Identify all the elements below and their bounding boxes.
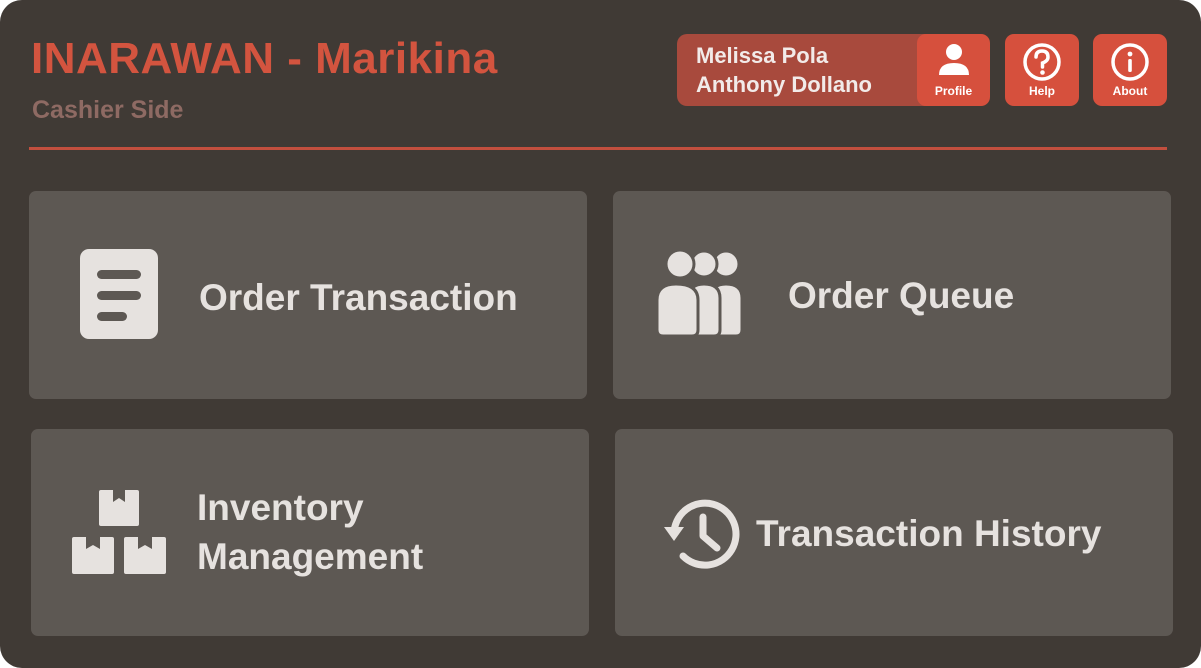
user-names: Melissa Pola Anthony Dollano [696,41,872,99]
transaction-history-label: Transaction History [756,513,1102,554]
people-queue-icon [656,250,744,336]
order-queue-label: Order Queue [788,275,1015,316]
header-divider [29,147,1167,150]
info-circle-icon [1111,43,1149,81]
user-name-1: Melissa Pola [696,43,829,68]
user-name-2: Anthony Dollano [696,72,872,97]
document-lines-icon [80,249,158,339]
order-transaction-label: Order Transaction [199,277,518,318]
page-subtitle: Cashier Side [32,96,184,124]
inventory-management-tile[interactable]: Inventory Management [31,429,589,636]
app-window: INARAWAN - Marikina Cashier Side Melissa… [0,0,1201,668]
help-button-label: Help [1028,84,1055,98]
page-title: INARAWAN - Marikina [31,34,498,83]
about-button[interactable]: About [1093,34,1167,106]
person-icon [938,44,969,75]
boxes-icon [72,490,166,574]
question-circle-icon [1023,43,1061,81]
order-queue-tile[interactable]: Order Queue [613,191,1171,399]
profile-button-label: Profile [934,84,973,98]
help-button[interactable]: Help [1005,34,1079,106]
transaction-history-tile[interactable]: Transaction History [615,429,1173,636]
inventory-label-line1: Inventory [197,487,364,528]
inventory-label-line2: Management [197,536,424,577]
profile-button[interactable]: Profile [917,34,990,106]
history-clock-icon [664,499,740,569]
about-button-label: About [1112,84,1148,98]
order-transaction-tile[interactable]: Order Transaction [29,191,587,399]
